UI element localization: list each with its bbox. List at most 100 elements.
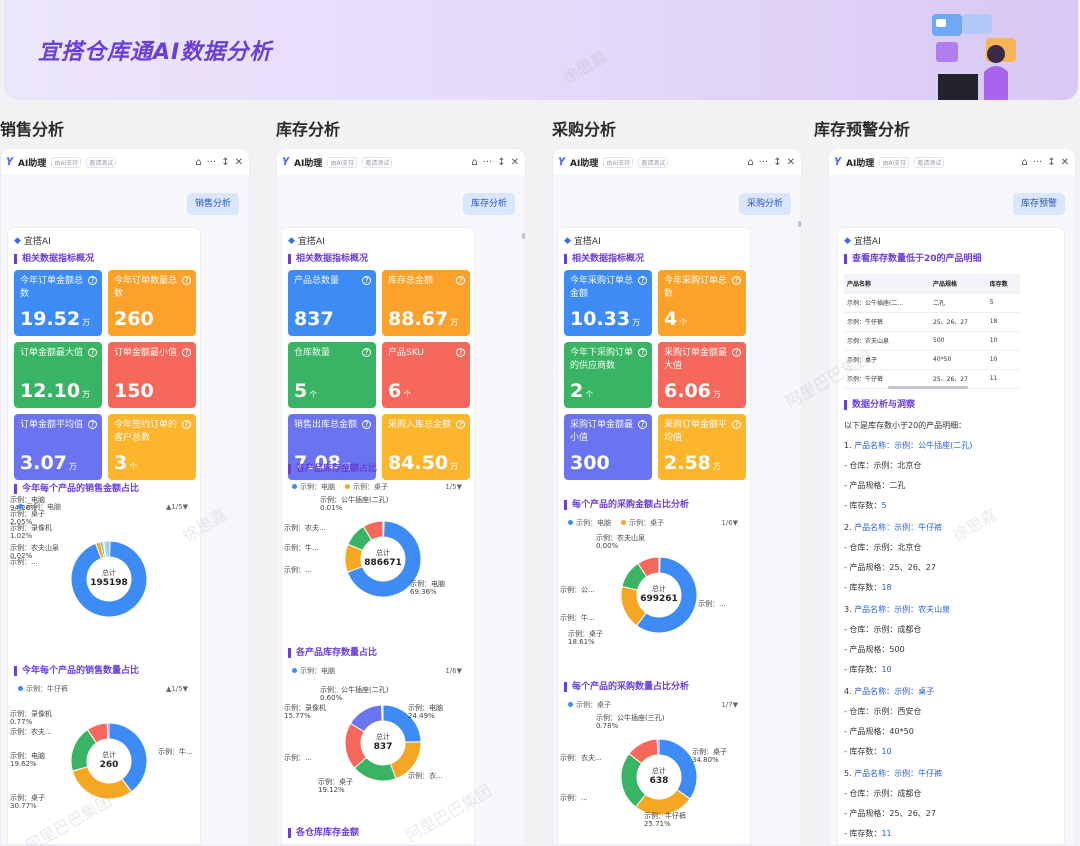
info-icon[interactable]: ?: [638, 276, 647, 285]
legend-pager[interactable]: ▲1/5▼: [166, 685, 188, 693]
table-row[interactable]: 示例：公牛插座(二... 二孔 5: [844, 293, 1020, 313]
info-icon[interactable]: ?: [456, 420, 465, 429]
donut-slice[interactable]: [382, 520, 385, 538]
info-icon[interactable]: ?: [88, 348, 97, 357]
scrollbar-thumb[interactable]: [522, 233, 525, 239]
donut-slice-label: 示例：牛...: [158, 748, 193, 756]
info-icon[interactable]: ?: [182, 276, 191, 285]
scrollbar-thumb[interactable]: [798, 221, 801, 227]
metric-label: 今年采购订单总金额: [570, 276, 634, 299]
table-row[interactable]: 示例：桌子 40*50 10: [844, 350, 1020, 370]
info-icon[interactable]: ?: [638, 348, 647, 357]
info-icon[interactable]: ?: [456, 348, 465, 357]
info-icon[interactable]: ?: [182, 420, 191, 429]
insight-item-title: 1. 产品名称：示例：公牛插座(二孔): [844, 441, 973, 450]
chart-title: 每个产品的采购数量占比分析: [564, 682, 689, 692]
close-icon[interactable]: ✕: [1061, 157, 1069, 168]
close-icon[interactable]: ✕: [235, 157, 243, 168]
insight-heading: 数据分析与洞察: [844, 400, 915, 410]
insight-spec: - 产品规格：500: [844, 645, 905, 654]
donut-slice-label: 示例：公牛插座(三孔) 0.78%: [596, 714, 665, 730]
table-cell: 11: [986, 369, 1020, 389]
insight-warehouse: - 仓库：示例：西安仓: [844, 707, 922, 716]
metric-value: 5个: [294, 380, 318, 402]
metric-tile: 今年采购订单总金额? 10.33 万: [564, 270, 652, 336]
info-icon[interactable]: ?: [732, 276, 741, 285]
more-icon[interactable]: ···: [483, 157, 493, 168]
answer-card: ◆ 宜搭AI 查看库存数量低于20的产品明细 产品名称 产品规格 库存数 示例：公…: [837, 227, 1065, 845]
donut-slice[interactable]: [658, 556, 661, 574]
insight-item-title: 3. 产品名称：示例：农夫山泉: [844, 605, 951, 614]
ai-logo-icon: 𝒀: [559, 156, 565, 168]
info-icon[interactable]: ?: [362, 276, 371, 285]
column-header: 产品名称: [844, 274, 931, 294]
info-icon[interactable]: ?: [638, 420, 647, 429]
chart-title: 今年每个产品的销售数量占比: [14, 666, 139, 676]
metric-value: 19.52 万: [20, 308, 91, 330]
donut-slice-label: 示例：公...: [560, 586, 595, 594]
info-icon[interactable]: ?: [732, 348, 741, 357]
home-icon[interactable]: ⌂: [195, 157, 201, 168]
close-icon[interactable]: ✕: [511, 157, 519, 168]
alert-section-title: 库存预警分析: [814, 120, 911, 139]
legend-pager[interactable]: 1/6▼: [445, 667, 462, 675]
info-icon[interactable]: ?: [362, 348, 371, 357]
donut-slice-label: 示例：公牛插座(二孔) 0.01%: [320, 496, 389, 512]
table-cell: 10: [986, 331, 1020, 351]
insight-spec: - 产品规格：40*50: [844, 727, 914, 736]
donut-slice-label: 示例：电脑 19.62%: [10, 752, 45, 768]
info-icon[interactable]: ?: [88, 420, 97, 429]
metric-tile: 采购订单金额平均值? 2.58 万: [658, 414, 746, 480]
table-row[interactable]: 示例：牛仔裤 25、26、27 18: [844, 312, 1020, 332]
home-icon[interactable]: ⌂: [1021, 157, 1027, 168]
info-icon[interactable]: ?: [362, 420, 371, 429]
ai-logo-icon: 𝒀: [7, 156, 13, 168]
close-icon[interactable]: ✕: [787, 157, 795, 168]
expand-icon[interactable]: ↕: [1047, 157, 1055, 168]
table-row[interactable]: 示例：农夫山泉 500 10: [844, 331, 1020, 351]
table-scrollbar[interactable]: [888, 386, 968, 389]
metrics-heading: 相关数据指标概况: [564, 254, 644, 264]
table-cell: 25、26、27: [930, 312, 987, 332]
legend-pager[interactable]: 1/7▼: [721, 701, 738, 709]
info-icon[interactable]: ?: [88, 276, 97, 285]
more-icon[interactable]: ···: [759, 157, 769, 168]
panel-header: 𝒀 AI助理 由AI支持 邀请测试 ⌂ ··· ↕ ✕: [829, 149, 1075, 175]
donut-total: 总计 886671: [364, 549, 402, 568]
legend-pager[interactable]: ▲1/5▼: [166, 503, 188, 511]
legend-pager[interactable]: 1/6▼: [721, 519, 738, 527]
expand-icon[interactable]: ↕: [221, 157, 229, 168]
home-icon[interactable]: ⌂: [471, 157, 477, 168]
metric-label: 库存总金额: [388, 276, 434, 286]
donut-slice[interactable]: [71, 766, 133, 800]
donut-slice-label: 示例：电脑 24.49%: [408, 704, 443, 720]
metric-label: 采购订单金额最大值: [664, 348, 728, 371]
table-cell: 10: [986, 350, 1020, 370]
home-icon[interactable]: ⌂: [747, 157, 753, 168]
donut-slice-label: 示例：农夫...: [284, 524, 326, 532]
donut-slice-label: 示例：衣...: [408, 772, 443, 780]
donut-slice-label: 示例：...: [698, 600, 726, 608]
insight-intro: 以下是库存数小于20的产品明细：: [844, 421, 967, 430]
expand-icon[interactable]: ↕: [773, 157, 781, 168]
more-icon[interactable]: ···: [207, 157, 217, 168]
insight-warehouse: - 仓库：示例：北京仓: [844, 543, 922, 552]
donut-slice-label: 示例：电脑 69.36%: [410, 580, 445, 596]
user-prompt-bubble: 销售分析: [186, 193, 239, 215]
donut-slice-label: 示例：桌子 34.80%: [692, 748, 727, 764]
donut-slice[interactable]: [656, 738, 660, 756]
table-cell: 示例：农夫山泉: [844, 331, 931, 351]
donut-slice[interactable]: [106, 722, 110, 740]
beta-tag: 邀请测试: [86, 156, 117, 168]
metric-tile: 采购订单金额最小值? 300: [564, 414, 652, 480]
info-icon[interactable]: ?: [456, 276, 465, 285]
donut-slice[interactable]: [381, 704, 384, 722]
legend-pager[interactable]: 1/5▼: [445, 483, 462, 491]
info-icon[interactable]: ?: [732, 420, 741, 429]
info-icon[interactable]: ?: [182, 348, 191, 357]
metric-tile: 今年签约订单的客户总数? 3 个: [108, 414, 196, 480]
more-icon[interactable]: ···: [1033, 157, 1043, 168]
table-header-row: 产品名称 产品规格 库存数: [844, 274, 1020, 294]
metric-tile: 采购订单金额最大值? 6.06 万: [658, 342, 746, 408]
expand-icon[interactable]: ↕: [497, 157, 505, 168]
